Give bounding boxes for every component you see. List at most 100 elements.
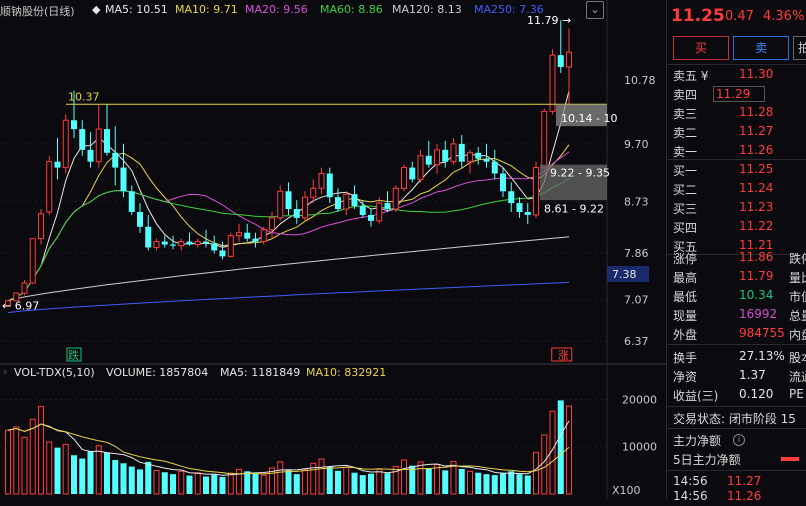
- volume-bar: [244, 471, 251, 494]
- volume-bar: [79, 458, 86, 494]
- kline-chart[interactable]: 10.37 10.14 - 10 9.22 - 9.35 8.61 - 9.22 11.…: [0, 0, 666, 499]
- sell-button[interactable]: 卖: [733, 36, 789, 60]
- volume-bar: [417, 461, 424, 495]
- volume-bar: [54, 447, 61, 494]
- candle-body: [128, 191, 135, 212]
- bid-row-4[interactable]: 买四 11.22: [667, 217, 806, 236]
- candle-body: [318, 173, 325, 189]
- candle-body: [557, 55, 564, 67]
- candle-body: [137, 211, 143, 227]
- collapse-icon[interactable]: ◦: [2, 366, 9, 379]
- ask-row-4[interactable]: 卖四 11.29: [667, 84, 806, 103]
- volume-bar: [425, 468, 432, 494]
- volume-bar: [541, 434, 548, 495]
- candle-body: [343, 193, 350, 210]
- zone-label-1: 10.14 - 10: [561, 112, 617, 125]
- ma10-legend: MA10: 9.71: [175, 3, 238, 16]
- candle-body: [21, 282, 28, 294]
- buy-button[interactable]: 买: [673, 36, 729, 60]
- y-tick-label: 7.07: [624, 294, 649, 307]
- candle-body: [186, 241, 193, 245]
- candle-body: [120, 167, 127, 192]
- volume-bar: [219, 476, 226, 494]
- volume-unit-label: X100: [612, 484, 641, 497]
- volume-bar: [137, 469, 143, 494]
- candle-body: [310, 187, 317, 198]
- candle-body: [384, 203, 391, 210]
- volume-bar: [285, 470, 292, 494]
- candle-body: [549, 54, 556, 112]
- candle-body: [153, 241, 160, 248]
- candle-body: [227, 235, 234, 257]
- volume-bar: [293, 474, 300, 494]
- candle-body: [392, 187, 399, 210]
- volume-bar: [376, 468, 383, 495]
- expand-icon[interactable]: ⌄: [586, 1, 604, 19]
- volume-bar: [458, 468, 465, 494]
- candle-body: [71, 120, 77, 130]
- bid-row-3[interactable]: 买三 11.23: [667, 198, 806, 217]
- main-flow-5d-label: 5日主力净额: [673, 453, 741, 467]
- kline-chart-area[interactable]: 10.37 10.14 - 10 9.22 - 9.35 8.61 - 9.22 11.…: [0, 0, 666, 499]
- candle-body: [516, 203, 523, 212]
- volume-bar: [475, 472, 482, 494]
- ma60-legend: MA60: 8.86: [320, 3, 383, 16]
- volume-bar: [62, 443, 69, 495]
- volume-tick-label: 20000: [622, 393, 657, 406]
- candle-body: [326, 173, 333, 198]
- volume-bar: [557, 400, 564, 494]
- ma20-legend: MA20: 9.56: [245, 3, 308, 16]
- stat-outer-volume: 外盘984755内盘: [673, 326, 806, 342]
- ask-row-5[interactable]: 卖五 ¥11.30: [667, 65, 806, 84]
- price-change-pct: 4.36%: [763, 9, 805, 24]
- low-marker: ← 6.97: [2, 299, 39, 312]
- more-button[interactable]: 拍: [793, 36, 806, 60]
- candle-body: [483, 158, 490, 162]
- bid-row-2[interactable]: 买二 11.24: [667, 179, 806, 198]
- volume-tick-label: 10000: [622, 441, 657, 454]
- volume-bar: [71, 455, 77, 494]
- candle-body: [236, 232, 242, 237]
- stat-limit-up: 涨停11.86跌停: [673, 250, 806, 266]
- volume-bar: [112, 459, 119, 494]
- volume-bar: [5, 429, 11, 495]
- volume-bar: [368, 473, 374, 494]
- ask-row-1[interactable]: 卖一 11.26: [667, 141, 806, 160]
- volume-bar: [252, 473, 259, 494]
- candle-body: [508, 191, 515, 204]
- volume-ma10: MA10: 832921: [306, 366, 387, 379]
- ask-row-2[interactable]: 卖二 11.27: [667, 122, 806, 141]
- volume-ma5: MA5: 1181849: [220, 366, 301, 379]
- candle-body: [442, 149, 449, 162]
- candle-body: [79, 129, 86, 150]
- stat-eps: 收益(三) 0.120 PE: [673, 387, 804, 403]
- bid-row-1[interactable]: 买一 11.25: [667, 160, 806, 179]
- candle-body: [46, 161, 53, 213]
- volume-bar: [186, 475, 193, 494]
- quote-panel: 11.25 0.47 4.36% 买 卖 拍 卖五 ¥11.30 卖四 11.29…: [666, 0, 806, 503]
- stat-net-assets: 净资1.37流通: [673, 368, 806, 384]
- ma120-legend: MA120: 8.13: [392, 3, 462, 16]
- last-price: 11.25: [671, 6, 725, 26]
- event-marker: 跌: [68, 348, 79, 362]
- trade-status: 交易状态: 闭市阶段 15: [673, 412, 796, 426]
- volume-bar: [21, 436, 28, 495]
- candle-body: [458, 143, 465, 162]
- volume-bar: [95, 445, 102, 495]
- event-marker: 涨: [558, 349, 569, 362]
- info-icon[interactable]: i: [733, 434, 745, 446]
- volume-bar: [277, 461, 284, 495]
- candle-body: [38, 213, 44, 240]
- tick-row: 14:56 11.26: [673, 489, 762, 503]
- ma5-legend: MA5: 10.51: [105, 3, 168, 16]
- ma-toggle-icon[interactable]: ◆: [92, 3, 100, 16]
- volume-bar: [145, 461, 152, 494]
- volume-bar: [351, 472, 358, 494]
- ask-row-3[interactable]: 卖三 11.28: [667, 103, 806, 122]
- stat-high: 最高11.79量比: [673, 269, 806, 285]
- volume-bar: [442, 470, 449, 494]
- main-flow-label: 主力净额: [673, 434, 722, 448]
- candle-body: [450, 143, 457, 163]
- volume-bar: [194, 472, 201, 495]
- volume-bar: [524, 475, 531, 494]
